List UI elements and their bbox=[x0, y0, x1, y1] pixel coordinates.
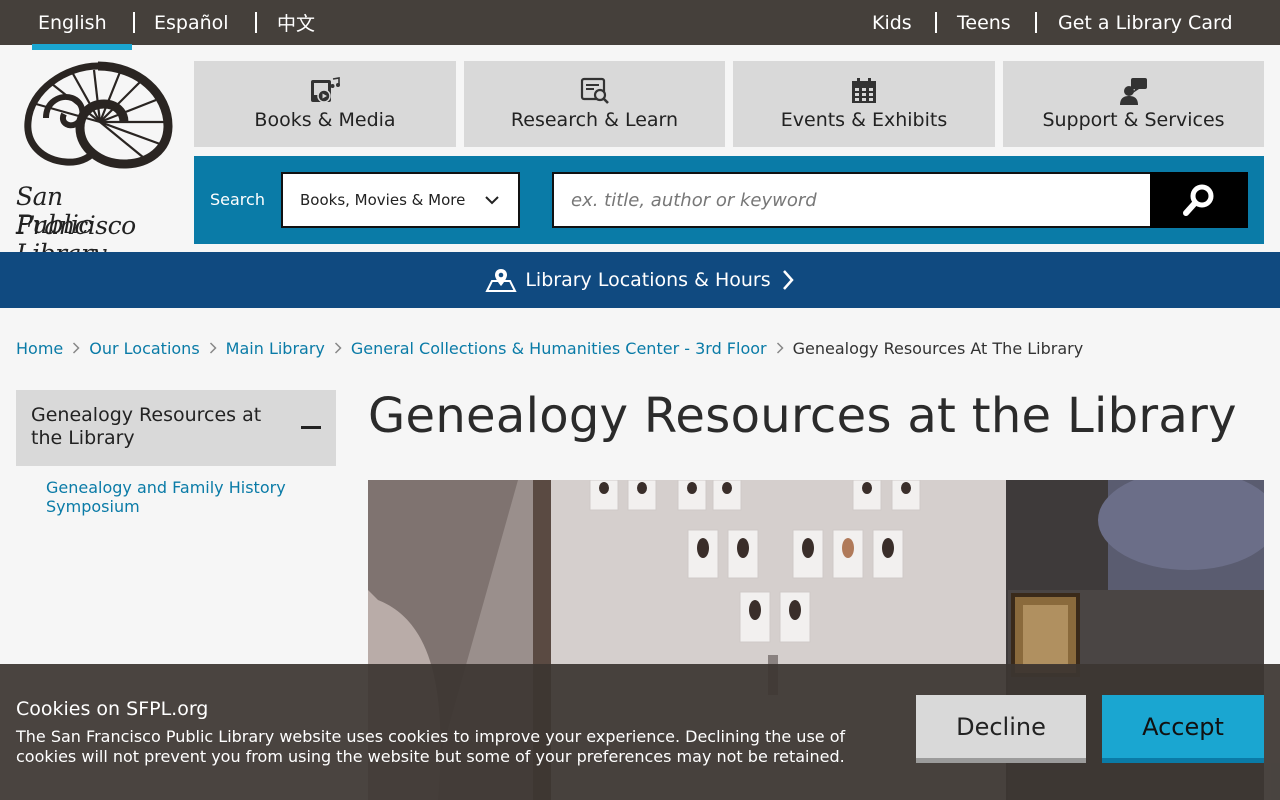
breadcrumb-general-collections[interactable]: General Collections & Humanities Center … bbox=[351, 339, 767, 358]
chevron-right-icon bbox=[781, 269, 795, 291]
breadcrumb-current: Genealogy Resources At The Library bbox=[792, 338, 1084, 358]
teens-link[interactable]: Teens bbox=[957, 0, 1011, 45]
calendar-icon bbox=[849, 77, 879, 105]
chevron-right-icon bbox=[334, 342, 342, 354]
divider bbox=[133, 12, 135, 33]
support-icon bbox=[1119, 77, 1149, 105]
search-input[interactable] bbox=[552, 172, 1150, 228]
media-icon bbox=[310, 77, 340, 105]
search-button[interactable] bbox=[1150, 172, 1248, 228]
chevron-down-icon bbox=[484, 192, 500, 212]
sidebar-heading: Genealogy Resources at the Library bbox=[31, 404, 262, 449]
utility-bar: English Español 中文 Kids Teens Get a Libr… bbox=[0, 0, 1280, 50]
divider bbox=[255, 12, 257, 33]
cookie-title: Cookies on SFPL.org bbox=[16, 698, 209, 720]
map-pin-icon bbox=[485, 267, 517, 293]
cookie-text: The San Francisco Public Library website… bbox=[16, 727, 846, 766]
nav-events-exhibits[interactable]: Events & Exhibits bbox=[733, 61, 995, 147]
breadcrumb: Home Our Locations Main Library General … bbox=[16, 338, 1083, 358]
breadcrumb-main-library[interactable]: Main Library bbox=[226, 339, 325, 358]
breadcrumb-home[interactable]: Home bbox=[16, 339, 63, 358]
kids-link[interactable]: Kids bbox=[872, 0, 912, 45]
search-label: Search bbox=[210, 190, 265, 209]
cookie-banner: Cookies on SFPL.org The San Francisco Pu… bbox=[0, 664, 1280, 800]
divider bbox=[1035, 12, 1037, 33]
decline-button[interactable]: Decline bbox=[916, 695, 1086, 763]
language-english-link[interactable]: English bbox=[32, 0, 132, 50]
library-locations-link[interactable]: Library Locations & Hours bbox=[0, 252, 1280, 308]
library-card-link[interactable]: Get a Library Card bbox=[1058, 0, 1233, 45]
nav-label: Research & Learn bbox=[510, 109, 679, 131]
divider bbox=[935, 12, 937, 33]
sidebar-section-toggle[interactable]: Genealogy Resources at the Library bbox=[16, 390, 336, 466]
nav-label: Events & Exhibits bbox=[780, 109, 948, 131]
collapse-minus-icon bbox=[301, 426, 321, 429]
nav-books-media[interactable]: Books & Media bbox=[194, 61, 456, 147]
search-scope-value: Books, Movies & More bbox=[300, 191, 466, 209]
nav-support-services[interactable]: Support & Services bbox=[1003, 61, 1264, 147]
chevron-right-icon bbox=[209, 342, 217, 354]
search-bar: Search Books, Movies & More bbox=[194, 156, 1264, 244]
research-icon bbox=[580, 77, 610, 105]
chevron-right-icon bbox=[72, 342, 80, 354]
search-scope-select[interactable]: Books, Movies & More bbox=[281, 172, 520, 228]
nav-research-learn[interactable]: Research & Learn bbox=[464, 61, 725, 147]
language-chinese-link[interactable]: 中文 bbox=[277, 0, 315, 45]
locations-label: Library Locations & Hours bbox=[525, 269, 771, 291]
page-title: Genealogy Resources at the Library bbox=[368, 388, 1237, 444]
sfpl-logo[interactable]: San Francisco Public Library bbox=[16, 60, 180, 268]
nav-label: Support & Services bbox=[1042, 109, 1225, 131]
nautilus-logo-icon bbox=[24, 61, 173, 169]
language-spanish-link[interactable]: Español bbox=[154, 0, 229, 45]
chevron-right-icon bbox=[776, 342, 784, 354]
nav-label: Books & Media bbox=[254, 109, 396, 131]
search-icon bbox=[1182, 183, 1216, 217]
breadcrumb-our-locations[interactable]: Our Locations bbox=[89, 339, 199, 358]
sidebar-item-symposium[interactable]: Genealogy and Family History Symposium bbox=[46, 478, 316, 516]
accept-button[interactable]: Accept bbox=[1102, 695, 1264, 763]
